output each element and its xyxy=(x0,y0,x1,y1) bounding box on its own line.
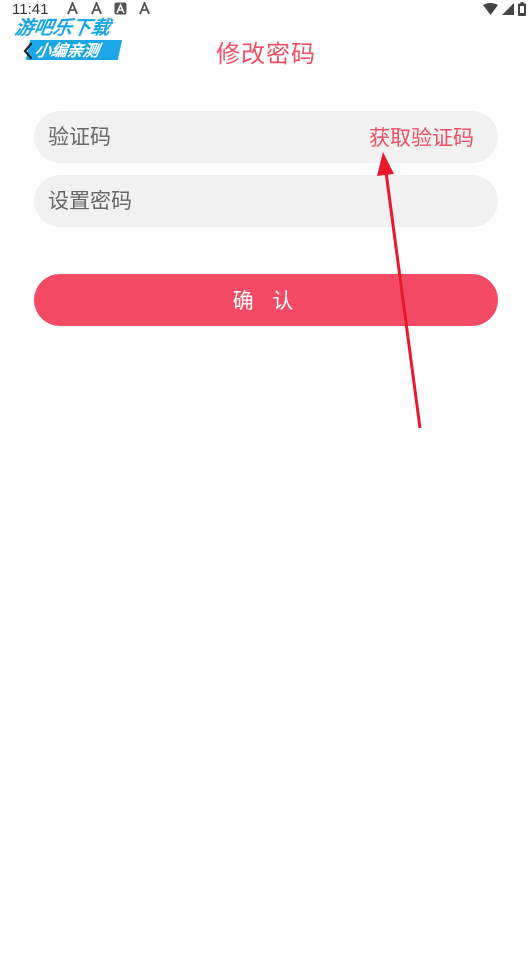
page-title: 修改密码 xyxy=(216,40,316,68)
set-password-input[interactable] xyxy=(48,175,348,227)
set-password-row xyxy=(34,175,498,227)
verification-code-input[interactable] xyxy=(48,111,348,163)
battery-icon xyxy=(518,2,526,16)
get-code-button[interactable]: 获取验证码 xyxy=(369,111,474,163)
confirm-button[interactable]: 确 认 xyxy=(34,274,498,326)
status-icons xyxy=(483,2,526,16)
verification-code-row: 获取验证码 xyxy=(34,111,498,163)
signal-icon xyxy=(502,3,514,15)
wifi-icon xyxy=(483,3,498,15)
